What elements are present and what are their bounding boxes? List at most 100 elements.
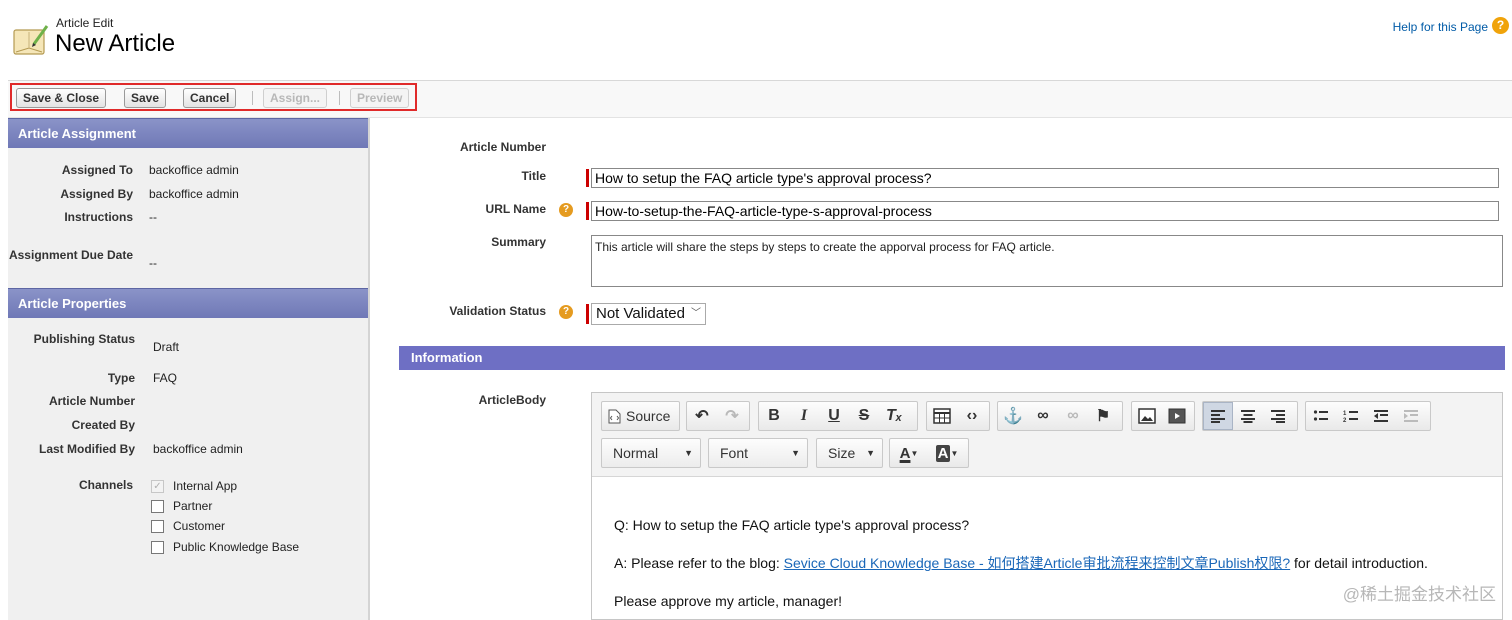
editor-paragraph: Q: How to setup the FAQ article type's a… [614, 517, 970, 533]
article-properties-header: Article Properties [8, 288, 368, 318]
channel-public-knowledge-base[interactable]: Public Knowledge Base [151, 539, 299, 555]
bold-icon[interactable]: B [759, 402, 789, 430]
italic-icon[interactable]: I [789, 402, 819, 430]
channel-internal-app[interactable]: ✓ Internal App [151, 478, 237, 494]
image-icon[interactable] [1132, 402, 1162, 430]
article-form: Article Number Title URL Name ? Summary … [372, 118, 1512, 620]
text-color-icon[interactable]: A ▼ [890, 439, 928, 467]
svg-text:2: 2 [1343, 418, 1347, 423]
chevron-down-icon: ﹀ [691, 308, 701, 319]
source-label: Source [626, 408, 671, 424]
link-group: ⚓ ∞ ∞ ⚑ [997, 401, 1123, 431]
background-color-icon[interactable]: A ▼ [928, 439, 966, 467]
required-indicator [586, 169, 589, 187]
help-icon[interactable]: ? [1492, 17, 1509, 34]
page-title: New Article [55, 30, 176, 57]
text-style-group: B I U S Tₓ [758, 401, 918, 431]
list-group: 12 [1305, 401, 1431, 431]
font-dropdown-value: Font [720, 445, 749, 461]
assigned-by-label: Assigned By [60, 187, 133, 201]
help-icon[interactable]: ? [559, 305, 573, 319]
align-group [1202, 401, 1298, 431]
font-dropdown[interactable]: Font ▼ [708, 438, 808, 468]
title-input[interactable] [591, 168, 1499, 188]
url-name-input[interactable] [591, 201, 1499, 221]
publishing-status-label: Publishing Status [33, 332, 135, 346]
cancel-button[interactable]: Cancel [183, 88, 237, 108]
channel-label: Internal App [173, 479, 238, 493]
size-dropdown-value: Size [828, 445, 856, 461]
paragraph-text: for detail introduction. [1290, 555, 1428, 571]
source-button[interactable]: Source [601, 401, 680, 431]
increase-indent-icon[interactable] [1396, 402, 1426, 430]
unlink-icon[interactable]: ∞ [1058, 402, 1088, 430]
page-subtitle: Article Edit [56, 16, 114, 30]
format-dropdown[interactable]: Normal ▼ [601, 438, 701, 468]
flag-icon[interactable]: ⚑ [1088, 402, 1118, 430]
redo-icon[interactable]: ↷ [717, 402, 747, 430]
preview-button[interactable]: Preview [350, 88, 410, 108]
decrease-indent-icon[interactable] [1366, 402, 1396, 430]
help-icon[interactable]: ? [559, 203, 573, 217]
checkbox-icon[interactable] [151, 540, 164, 554]
checkbox-icon[interactable]: ✓ [151, 479, 164, 493]
save-button[interactable]: Save [124, 88, 167, 108]
editor-paragraph: A: Please refer to the blog: Sevice Clou… [614, 553, 1428, 591]
channel-label: Partner [173, 499, 213, 513]
paragraph-text: A: Please refer to the blog: [614, 555, 784, 571]
type-label: Type [107, 371, 135, 385]
assigned-to-label: Assigned To [61, 163, 133, 177]
title-label: Title [521, 169, 546, 183]
anchor-icon[interactable]: ⚓ [998, 402, 1028, 430]
checkbox-icon[interactable] [151, 519, 164, 533]
instructions-value: -- [149, 210, 157, 224]
channel-customer[interactable]: Customer [151, 518, 225, 534]
article-body-label: ArticleBody [478, 393, 546, 407]
bulleted-list-icon[interactable] [1306, 402, 1336, 430]
sidebar: Article Assignment Assigned To backoffic… [8, 118, 370, 620]
code-icon[interactable]: ‹› [957, 402, 987, 430]
insert-group: ‹› [926, 401, 990, 431]
toolbar-divider [252, 91, 253, 105]
color-group: A ▼ A ▼ [889, 438, 969, 468]
last-modified-by-value: backoffice admin [153, 442, 243, 456]
created-by-label: Created By [71, 418, 135, 432]
validation-status-value: Not Validated [596, 305, 685, 322]
validation-status-select[interactable]: Not Validated ﹀ [591, 303, 706, 325]
underline-icon[interactable]: U [819, 402, 849, 430]
undo-icon[interactable]: ↶ [687, 402, 717, 430]
align-right-icon[interactable] [1263, 402, 1293, 430]
summary-textarea[interactable]: This article will share the steps by ste… [591, 235, 1503, 287]
action-toolbar: Save & Close Save Cancel Assign... Previ… [8, 80, 1512, 118]
editor-content[interactable]: Q: How to setup the FAQ article type's a… [614, 515, 1428, 620]
validation-status-label: Validation Status [449, 304, 546, 318]
chevron-down-icon: ▼ [791, 448, 800, 458]
instructions-label: Instructions [64, 210, 133, 224]
format-dropdown-value: Normal [613, 445, 659, 461]
remove-format-icon[interactable]: Tₓ [879, 402, 909, 430]
editor-paragraph: Please approve my article, manager! [614, 593, 842, 609]
publishing-status-value: Draft [153, 340, 180, 354]
help-link[interactable]: Help for this Page [1393, 20, 1488, 34]
numbered-list-icon[interactable]: 12 [1336, 402, 1366, 430]
chevron-down-icon: ▼ [684, 448, 693, 458]
checkbox-icon[interactable] [151, 499, 164, 513]
assigned-to-value: backoffice admin [149, 163, 239, 177]
align-center-icon[interactable] [1233, 402, 1263, 430]
channel-partner[interactable]: Partner [151, 498, 212, 514]
article-number-field-label: Article Number [459, 140, 546, 154]
assign-button[interactable]: Assign... [263, 88, 328, 108]
blog-link[interactable]: Sevice Cloud Knowledge Base - 如何搭建Articl… [784, 555, 1291, 571]
history-group: ↶ ↷ [686, 401, 750, 431]
last-modified-by-label: Last Modified By [38, 442, 135, 456]
required-indicator [586, 304, 589, 324]
size-dropdown[interactable]: Size ▼ [816, 438, 883, 468]
table-icon[interactable] [927, 402, 957, 430]
channel-label: Customer [173, 519, 226, 533]
video-icon[interactable] [1162, 402, 1192, 430]
align-left-icon[interactable] [1203, 402, 1233, 430]
summary-label: Summary [491, 235, 546, 249]
save-close-button[interactable]: Save & Close [16, 88, 107, 108]
link-icon[interactable]: ∞ [1028, 402, 1058, 430]
strikethrough-icon[interactable]: S [849, 402, 879, 430]
